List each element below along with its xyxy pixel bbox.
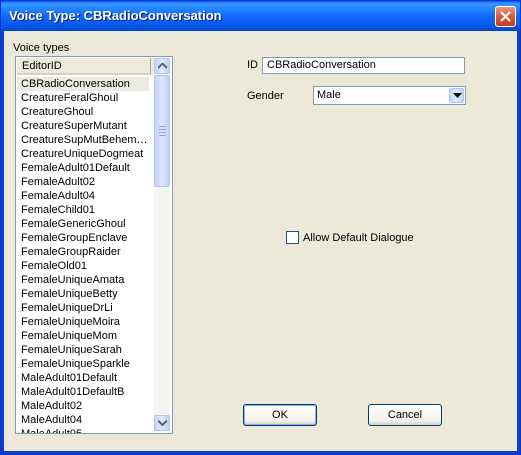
id-field[interactable]: CBRadioConversation [262, 57, 465, 74]
list-item[interactable]: CBRadioConversation [17, 77, 149, 91]
list-item[interactable]: FemaleGroupRaider [17, 245, 149, 259]
thumb-grip [159, 135, 166, 136]
thumb-grip [159, 126, 166, 127]
cancel-button[interactable]: Cancel [368, 404, 442, 426]
list-item[interactable]: FemaleUniqueMoira [17, 315, 149, 329]
gender-dropdown-button[interactable] [449, 88, 464, 103]
gender-select[interactable]: Male [313, 86, 466, 105]
arrow-down-icon [158, 420, 167, 426]
list-rows: CBRadioConversation CreatureFeralGhoul Cre… [17, 77, 153, 433]
list-item[interactable]: CreatureGhoul [17, 105, 149, 119]
scroll-down-button[interactable] [154, 415, 170, 431]
list-item[interactable]: FemaleAdult02 [17, 175, 149, 189]
chevron-down-icon [453, 93, 462, 98]
window-title: Voice Type: CBRadioConversation [9, 8, 222, 23]
list-item[interactable]: MaleAdult01DefaultB [17, 385, 149, 399]
list-item[interactable]: FemaleUniqueMom [17, 329, 149, 343]
dialog-window: Voice Type: CBRadioConversation Voice ty… [0, 0, 521, 455]
close-icon [500, 11, 511, 22]
gender-select-value: Male [317, 89, 341, 101]
thumb-grip [159, 129, 166, 130]
list-item[interactable]: FemaleAdult01Default [17, 161, 149, 175]
list-item[interactable]: CreatureSuperMutant [17, 119, 149, 133]
ok-button[interactable]: OK [243, 404, 317, 426]
list-item[interactable]: FemaleUniqueSarah [17, 343, 149, 357]
vertical-scrollbar[interactable] [154, 58, 170, 431]
list-item[interactable]: FemaleAdult04 [17, 189, 149, 203]
close-button[interactable] [495, 6, 516, 27]
id-field-value: CBRadioConversation [267, 59, 376, 71]
list-item[interactable]: CreatureUniqueDogmeat [17, 147, 149, 161]
list-item[interactable]: FemaleUniqueAmata [17, 273, 149, 287]
allow-default-dialogue-label[interactable]: Allow Default Dialogue [303, 232, 414, 244]
voice-types-list[interactable]: EditorID CBRadioConversation CreatureFera… [15, 56, 173, 434]
cancel-button-label: Cancel [387, 409, 423, 421]
list-item[interactable]: MaleAdult01Default [17, 371, 149, 385]
arrow-up-icon [158, 63, 167, 69]
list-item[interactable]: MaleAdult02 [17, 399, 149, 413]
list-item[interactable]: FemaleGroupEnclave [17, 231, 149, 245]
list-item[interactable]: FemaleOld01 [17, 259, 149, 273]
list-item[interactable]: FemaleChild01 [17, 203, 149, 217]
allow-default-dialogue-checkbox[interactable] [286, 231, 299, 244]
list-item[interactable]: FemaleGenericGhoul [17, 217, 149, 231]
list-item[interactable]: MaleAdult04 [17, 413, 149, 427]
scroll-up-button[interactable] [154, 58, 170, 74]
list-item[interactable]: CreatureSupMutBehem… [17, 133, 149, 147]
dialog-body: Voice types EditorID CBRadioConversation… [4, 31, 517, 451]
column-header-editorid[interactable]: EditorID [17, 58, 151, 75]
scroll-thumb[interactable] [154, 75, 170, 187]
list-item[interactable]: CreatureFeralGhoul [17, 91, 149, 105]
list-item[interactable]: FemaleUniqueDrLi [17, 301, 149, 315]
voice-types-label: Voice types [13, 42, 70, 54]
ok-button-label: OK [272, 409, 288, 421]
title-bar[interactable]: Voice Type: CBRadioConversation [1, 1, 520, 31]
list-item[interactable]: FemaleUniqueSparkle [17, 357, 149, 371]
list-item[interactable]: FemaleUniqueBetty [17, 287, 149, 301]
thumb-grip [159, 132, 166, 133]
column-header-label: EditorID [22, 60, 62, 72]
list-item[interactable]: MaleAdult05 [17, 427, 149, 433]
id-label: ID [247, 59, 258, 71]
gender-label: Gender [247, 90, 284, 102]
